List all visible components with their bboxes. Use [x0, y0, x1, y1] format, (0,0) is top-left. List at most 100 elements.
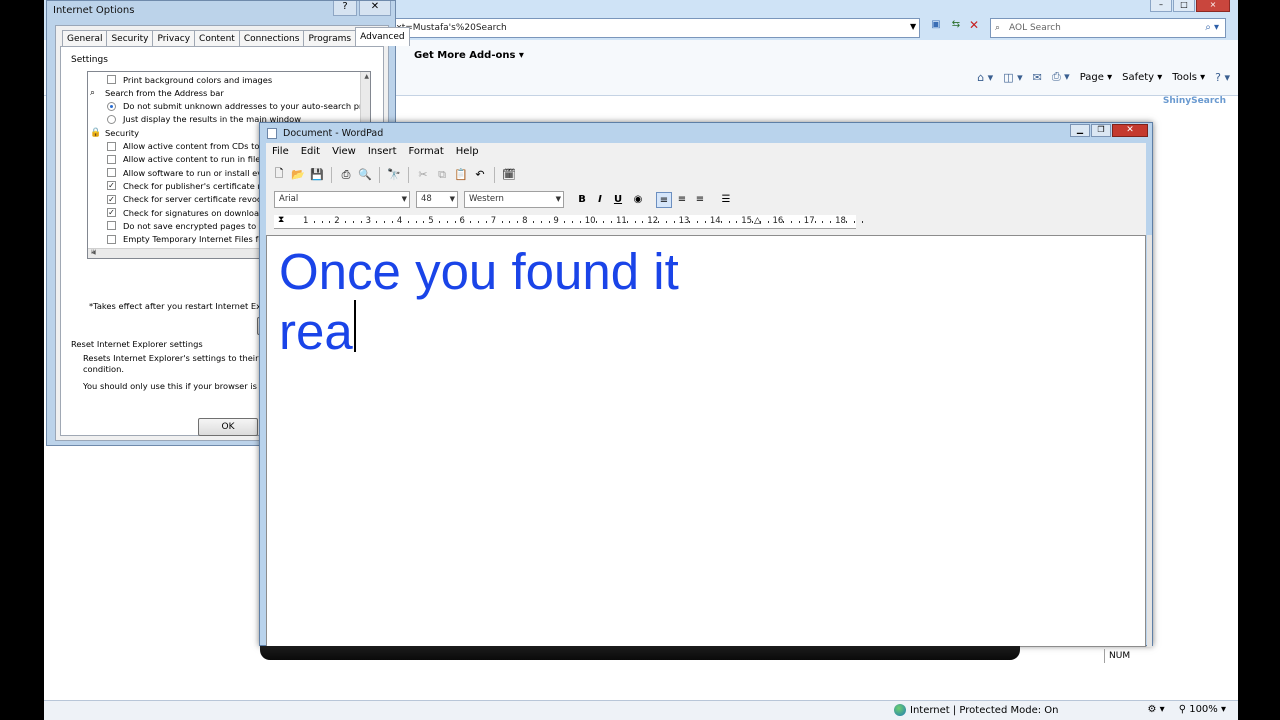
tab-security[interactable]: Security	[106, 30, 154, 46]
close-button[interactable]: ×	[1196, 0, 1230, 12]
checkbox[interactable]	[107, 75, 116, 84]
paste-icon[interactable]: 📋	[452, 168, 470, 181]
ruler-dot	[470, 221, 472, 223]
radio-button[interactable]	[107, 114, 116, 124]
checkbox[interactable]	[107, 221, 116, 231]
print-preview-icon[interactable]: 🔍	[356, 168, 374, 181]
feeds-icon[interactable]: ◫ ▾	[1003, 71, 1022, 84]
align-right-button[interactable]: ≡	[692, 192, 708, 208]
menu-format[interactable]: Format	[403, 146, 450, 157]
tab-privacy[interactable]: Privacy	[152, 30, 196, 46]
refresh-icon[interactable]: ⇆	[948, 19, 964, 37]
address-bar[interactable]: ext=Mustafa's%20Search	[384, 18, 920, 38]
vertical-scrollbar[interactable]	[1147, 235, 1152, 647]
color-icon[interactable]: ◉	[630, 192, 646, 208]
align-center-button[interactable]: ≡	[674, 192, 690, 208]
script-select[interactable]: Western ▼	[464, 191, 564, 208]
tab-general[interactable]: General	[62, 30, 108, 46]
checkbox[interactable]: ✓	[107, 208, 116, 217]
settings-row[interactable]: Print background colors and images	[107, 73, 272, 86]
close-button[interactable]: ✕	[1112, 124, 1148, 137]
settings-row[interactable]: ✓ Check for server certificate revocat	[107, 193, 270, 206]
settings-row[interactable]: Allow software to run or install ever	[107, 166, 271, 179]
checkbox[interactable]: ✓	[107, 194, 116, 204]
save-icon[interactable]: 💾	[308, 168, 326, 181]
search-icon[interactable]: ⌕ ▾	[1205, 19, 1219, 37]
settings-row[interactable]: Do not save encrypted pages to dis	[107, 219, 271, 232]
search-input[interactable]: ⌕ AOL Search ⌕ ▾	[990, 18, 1226, 38]
tab-content[interactable]: Content	[194, 30, 240, 46]
cut-icon[interactable]: ✂	[414, 168, 432, 181]
settings-row[interactable]: ✓ Check for signatures on downloade	[107, 206, 269, 219]
ruler-dot	[642, 221, 644, 223]
ruler-number: 8	[522, 216, 528, 226]
menu-view[interactable]: View	[326, 146, 362, 157]
tab-connections[interactable]: Connections	[238, 30, 305, 46]
stop-icon[interactable]: ✕	[966, 18, 982, 36]
mail-icon[interactable]: ✉	[1033, 71, 1042, 84]
insert-datetime-icon[interactable]: 🗓	[500, 168, 518, 181]
tab-programs[interactable]: Programs	[303, 30, 357, 46]
restore-button[interactable]: ❐	[1091, 124, 1111, 137]
settings-row[interactable]: Empty Temporary Internet Files fold	[107, 233, 271, 246]
ruler-dot	[454, 221, 456, 223]
wordpad-client: File Edit View Insert Format Help 🗋 📂 💾 …	[266, 143, 1152, 663]
settings-row[interactable]: Allow active content to run in files o	[107, 153, 272, 166]
checkbox[interactable]	[107, 154, 116, 164]
checkbox[interactable]: ✓	[107, 181, 116, 191]
security-zone[interactable]: Internet | Protected Mode: On	[894, 704, 1058, 716]
indent-marker-icon[interactable]: ⧗	[278, 215, 284, 225]
safety-menu[interactable]: Safety ▾	[1122, 72, 1162, 83]
print-icon[interactable]: ⎙	[337, 168, 355, 182]
wordpad-titlebar[interactable]: Document - WordPad ▁ ❐ ✕	[260, 123, 1152, 143]
ruler-dot	[752, 221, 754, 223]
compat-view-icon[interactable]: ▣	[928, 19, 944, 37]
checkbox[interactable]	[107, 168, 116, 178]
dialog-close-button[interactable]: ✕	[359, 1, 391, 16]
scroll-thumb[interactable]: III	[91, 249, 96, 256]
maximize-button[interactable]: □	[1173, 0, 1195, 12]
tab-advanced[interactable]: Advanced	[355, 27, 410, 46]
zone-text: Internet | Protected Mode: On	[910, 704, 1059, 716]
font-select[interactable]: Arial ▼	[274, 191, 410, 208]
underline-button[interactable]: U	[610, 192, 626, 208]
scroll-up-icon[interactable]: ▲	[364, 73, 369, 80]
ok-button[interactable]: OK	[198, 418, 258, 436]
open-icon[interactable]: 📂	[289, 168, 307, 181]
popup-icon[interactable]: ⚙ ▾	[1148, 704, 1165, 715]
checkbox[interactable]	[107, 234, 116, 244]
help-icon[interactable]: ? ▾	[1215, 71, 1230, 84]
tools-menu[interactable]: Tools ▾	[1172, 72, 1205, 83]
menu-insert[interactable]: Insert	[362, 146, 403, 157]
font-size-select[interactable]: 48 ▼	[416, 191, 458, 208]
settings-row[interactable]: Do not submit unknown addresses to your …	[107, 100, 362, 113]
zoom-control[interactable]: ⚲ 100% ▾	[1179, 704, 1226, 715]
menu-file[interactable]: File	[266, 146, 295, 157]
radio-button[interactable]	[107, 101, 116, 111]
document-icon[interactable]	[267, 128, 277, 139]
address-dropdown-icon[interactable]: ▼	[910, 22, 916, 31]
menu-edit[interactable]: Edit	[295, 146, 326, 157]
settings-row[interactable]: Allow active content from CDs to ru	[107, 140, 271, 153]
minimize-button[interactable]: ▁	[1070, 124, 1090, 137]
find-icon[interactable]: 🔭	[385, 168, 403, 181]
minimize-button[interactable]: –	[1150, 0, 1172, 12]
italic-button[interactable]: I	[592, 192, 608, 208]
copy-icon[interactable]: ⧉	[433, 168, 451, 182]
bullets-button[interactable]: ☰	[718, 192, 734, 208]
bold-button[interactable]: B	[574, 192, 590, 208]
help-button[interactable]: ?	[333, 1, 357, 16]
get-addons-button[interactable]: Get More Add-ons ▾	[414, 50, 524, 61]
new-icon[interactable]: 🗋	[270, 165, 288, 184]
print-icon[interactable]: ⎙ ▾	[1052, 70, 1070, 84]
align-left-button[interactable]: ≡	[656, 192, 672, 208]
undo-icon[interactable]: ↶	[471, 168, 489, 181]
document-area[interactable]: Once you found it rea	[266, 235, 1146, 647]
checkbox[interactable]	[107, 141, 116, 151]
page-menu[interactable]: Page ▾	[1080, 72, 1112, 83]
home-icon[interactable]: ⌂ ▾	[977, 71, 993, 84]
menu-help[interactable]: Help	[450, 146, 485, 157]
right-margin-marker-icon[interactable]: △	[754, 216, 761, 226]
settings-row[interactable]: ✓ Check for publisher's certificate rev	[107, 179, 271, 192]
ruler[interactable]: ⧗ 1 2 3 4 5 6 7 8 9 10 11 12 13 14 15 16 17 18 △	[274, 215, 863, 229]
